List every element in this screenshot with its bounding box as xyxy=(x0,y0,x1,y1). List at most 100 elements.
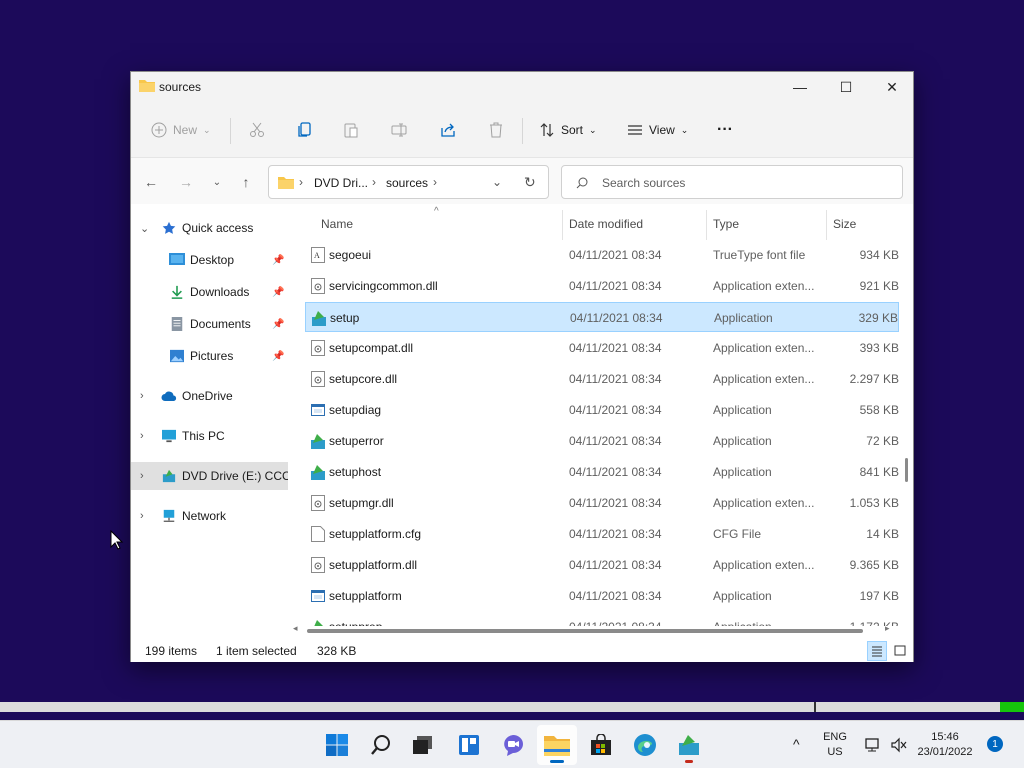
chevron-right-icon[interactable]: › xyxy=(140,510,144,522)
details-view-button[interactable] xyxy=(867,641,887,661)
chevron-right-icon[interactable]: › xyxy=(140,390,144,402)
sidebar-item-pictures[interactable]: Pictures 📌 xyxy=(131,342,288,370)
sidebar-item-onedrive[interactable]: › OneDrive xyxy=(131,382,288,410)
file-row-servicingcommon-dll[interactable]: servicingcommon.dll 04/11/2021 08:34 Appli… xyxy=(305,271,899,301)
file-type: Application xyxy=(714,311,773,325)
file-explorer-taskbar-button[interactable] xyxy=(537,725,577,765)
breadcrumb-dvd-drive[interactable]: DVD Dri... xyxy=(314,176,368,190)
chevron-right-icon[interactable]: › xyxy=(140,470,144,482)
vertical-scrollbar[interactable] xyxy=(904,212,910,622)
sidebar-item-desktop[interactable]: Desktop 📌 xyxy=(131,246,288,274)
address-history-chevron-icon[interactable]: ⌄ xyxy=(492,175,502,189)
vertical-scroll-thumb[interactable] xyxy=(905,458,908,482)
start-button[interactable] xyxy=(317,725,357,765)
active-indicator xyxy=(550,760,564,763)
column-divider[interactable] xyxy=(826,210,827,240)
clock[interactable]: 15:46 23/01/2022 xyxy=(912,730,978,760)
close-button[interactable]: ✕ xyxy=(869,72,915,102)
forward-arrow-icon[interactable]: → xyxy=(174,171,198,193)
file-size: 9.365 KB xyxy=(849,558,899,572)
scroll-right-icon[interactable]: ▸ xyxy=(885,623,890,634)
file-row-setupdiag[interactable]: setupdiag 04/11/2021 08:34 Application 558 … xyxy=(305,395,899,425)
setup-taskbar-button[interactable] xyxy=(669,725,709,765)
file-list: Name ^ Date modified Type Size Asegoeui 0… xyxy=(303,204,899,626)
file-name: setupcore.dll xyxy=(329,372,398,386)
sidebar-item-dvd-drive[interactable]: › DVD Drive (E:) CCCOMA_X64FRE_FR-FR_DV9 xyxy=(131,462,288,490)
show-hidden-icons-chevron-icon[interactable]: ^ xyxy=(793,736,800,752)
store-button[interactable] xyxy=(581,725,621,765)
widgets-button[interactable] xyxy=(449,725,489,765)
maximize-button[interactable]: ☐ xyxy=(823,72,869,102)
search-input[interactable]: Search sources xyxy=(602,176,685,190)
horizontal-scroll-thumb[interactable] xyxy=(307,629,863,633)
pin-icon[interactable]: 📌 xyxy=(272,287,284,298)
sidebar-item-quick-access[interactable]: ⌄ Quick access xyxy=(131,214,288,242)
notification-badge[interactable]: 1 xyxy=(987,736,1003,752)
file-row-setupcore-dll[interactable]: setupcore.dll 04/11/2021 08:34 Application… xyxy=(305,364,899,394)
column-header-name[interactable]: Name xyxy=(321,217,353,231)
horizontal-scrollbar[interactable]: ◂ ▸ xyxy=(291,623,897,637)
column-header-type[interactable]: Type xyxy=(713,217,739,231)
file-date-modified: 04/11/2021 08:34 xyxy=(569,465,662,479)
chevron-down-icon[interactable]: ⌄ xyxy=(140,222,149,235)
column-divider[interactable] xyxy=(706,210,707,240)
refresh-icon[interactable]: ↻ xyxy=(524,174,536,191)
large-icons-view-button[interactable] xyxy=(890,641,910,661)
file-row-setupplatform-cfg[interactable]: setupplatform.cfg 04/11/2021 08:34 CFG Fil… xyxy=(305,519,899,549)
task-view-button[interactable] xyxy=(403,725,443,765)
chat-button[interactable] xyxy=(493,725,533,765)
file-row-setupmgr-dll[interactable]: setupmgr.dll 04/11/2021 08:34 Application … xyxy=(305,488,899,518)
pin-icon[interactable]: 📌 xyxy=(272,351,284,362)
sidebar-item-network[interactable]: › Network xyxy=(131,502,288,530)
sort-button[interactable]: Sort ⌄ xyxy=(539,116,597,144)
sidebar-item-this-pc[interactable]: › This PC xyxy=(131,422,288,450)
title-bar[interactable]: sources — ☐ ✕ xyxy=(131,72,913,102)
scroll-left-icon[interactable]: ◂ xyxy=(293,623,298,634)
column-divider[interactable] xyxy=(562,210,563,240)
file-size: 2.297 KB xyxy=(849,372,899,386)
back-arrow-icon[interactable]: ← xyxy=(139,171,163,193)
delete-button[interactable] xyxy=(488,116,504,144)
share-button[interactable] xyxy=(440,116,456,144)
search-box[interactable]: Search sources xyxy=(561,165,903,199)
more-options-button[interactable]: ··· xyxy=(717,116,733,144)
breadcrumb-sources[interactable]: sources xyxy=(386,176,428,190)
file-size: 72 KB xyxy=(866,434,899,448)
file-row-setupprep[interactable]: setupprep04/11/2021 08:34Application1.17… xyxy=(305,612,899,626)
pin-icon[interactable]: 📌 xyxy=(272,319,284,330)
paste-button[interactable] xyxy=(343,116,359,144)
pin-icon[interactable]: 📌 xyxy=(272,255,284,266)
file-row-setup[interactable]: setup 04/11/2021 08:34 Application 329 KB xyxy=(305,302,899,332)
column-header-size[interactable]: Size xyxy=(833,217,856,231)
edge-button[interactable] xyxy=(625,725,665,765)
rename-button[interactable] xyxy=(391,116,407,144)
file-row-setuphost[interactable]: setuphost 04/11/2021 08:34 Application 841 … xyxy=(305,457,899,487)
sidebar-item-documents[interactable]: Documents 📌 xyxy=(131,310,288,338)
minimize-button[interactable]: — xyxy=(777,72,823,102)
sidebar-item-label: Downloads xyxy=(190,285,250,299)
input-language-indicator[interactable]: ENG US xyxy=(820,730,850,760)
copy-button[interactable] xyxy=(297,116,313,144)
new-button[interactable]: New ⌄ xyxy=(151,116,211,144)
address-bar[interactable]: › DVD Dri... › sources › ⌄ ↻ xyxy=(268,165,549,199)
file-type: Application exten... xyxy=(713,496,815,510)
file-row-setupcompat-dll[interactable]: setupcompat.dll 04/11/2021 08:34 Applicati… xyxy=(305,333,899,363)
taskbar-search-button[interactable] xyxy=(361,725,401,765)
cut-button[interactable] xyxy=(249,116,265,144)
chevron-down-icon: ⌄ xyxy=(589,124,597,135)
up-arrow-icon[interactable]: ↑ xyxy=(234,171,258,193)
network-status-icon[interactable] xyxy=(864,737,882,753)
file-row-setuperror[interactable]: setuperror 04/11/2021 08:34 Application 72 … xyxy=(305,426,899,456)
column-header-date[interactable]: Date modified xyxy=(569,217,643,231)
toolbar-divider xyxy=(522,118,523,144)
file-size: 1.053 KB xyxy=(849,496,899,510)
sidebar-item-label: Documents xyxy=(190,317,251,331)
sidebar-item-downloads[interactable]: Downloads 📌 xyxy=(131,278,288,306)
view-button[interactable]: View ⌄ xyxy=(627,116,688,144)
recent-locations-chevron-icon[interactable]: ⌄ xyxy=(205,171,229,193)
chevron-right-icon[interactable]: › xyxy=(140,430,144,442)
volume-muted-icon[interactable] xyxy=(890,737,908,753)
file-row-setupplatform-dll[interactable]: setupplatform.dll 04/11/2021 08:34 Applica… xyxy=(305,550,899,580)
file-row-setupplatform[interactable]: setupplatform 04/11/2021 08:34 Application… xyxy=(305,581,899,611)
file-row-segoeui[interactable]: Asegoeui 04/11/2021 08:34 TrueType font fi… xyxy=(305,240,899,270)
